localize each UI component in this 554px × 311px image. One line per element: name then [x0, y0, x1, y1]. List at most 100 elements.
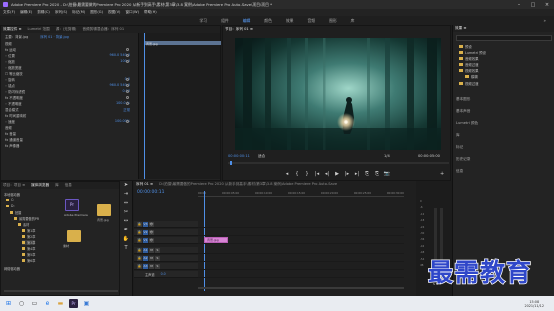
tree-item[interactable]: 第6章: [22, 258, 35, 263]
premiere-taskbar-icon[interactable]: Pr: [69, 299, 78, 308]
workspace-color[interactable]: 颜色: [264, 18, 272, 24]
slip-tool-icon[interactable]: ↔: [120, 217, 132, 226]
program-timecode-current[interactable]: 00:00:00:11: [228, 154, 250, 158]
step-back-button[interactable]: ◂|: [322, 171, 332, 177]
close-button[interactable]: ×: [540, 2, 554, 8]
minimize-button[interactable]: –: [512, 2, 526, 8]
go-to-in-button[interactable]: |◂: [312, 171, 322, 177]
program-quality-dropdown[interactable]: 1/4: [384, 154, 390, 158]
workspace-audio[interactable]: 音频: [307, 18, 315, 24]
track-lane[interactable]: [198, 255, 404, 262]
razor-tool-icon[interactable]: ✂: [120, 208, 132, 217]
track-lock-icon[interactable]: 🔒: [137, 229, 142, 235]
reset-icon[interactable]: [126, 89, 129, 93]
tab-media-browser[interactable]: 媒体浏览器: [31, 183, 49, 188]
track-lock-icon[interactable]: 🔒: [137, 237, 142, 243]
section-history[interactable]: 历史记录: [456, 157, 470, 162]
effects-item-video-effects[interactable]: 视频效果: [459, 68, 479, 73]
selection-tool-icon[interactable]: ➤: [120, 181, 132, 190]
workspace-graphics[interactable]: 图形: [329, 18, 337, 24]
go-to-out-button[interactable]: ▸|: [352, 171, 362, 177]
keyframe-playhead[interactable]: [144, 33, 145, 179]
track-select-tool-icon[interactable]: ⇥: [120, 190, 132, 199]
track-lock-icon[interactable]: 🔒: [137, 247, 142, 253]
search-icon[interactable]: ○: [17, 299, 26, 308]
system-clock[interactable]: 15:08 2021/11/12: [524, 300, 544, 308]
tab-project[interactable]: 项目：项目 ≡: [3, 183, 25, 188]
workspace-editing[interactable]: 编辑: [243, 18, 251, 24]
tree-item[interactable]: D:: [6, 204, 15, 208]
section-essential-graphics[interactable]: 基本图形: [456, 97, 470, 102]
track-lane[interactable]: [198, 221, 404, 228]
tree-item[interactable]: 第2章: [22, 234, 35, 239]
menu-sequence[interactable]: 序列(S): [55, 10, 67, 15]
tab-effect-controls[interactable]: 效果控件 ≡: [3, 27, 22, 32]
section-essential-sound[interactable]: 基本声音: [456, 109, 470, 114]
eye-icon[interactable]: 👁: [149, 221, 154, 227]
tree-item[interactable]: 网络驱动器: [4, 266, 20, 271]
workspace-learn[interactable]: 学习: [200, 18, 208, 24]
maximize-button[interactable]: □: [526, 2, 540, 8]
tab-lumetri-scopes[interactable]: Lumetri 范围: [28, 27, 50, 32]
section-libraries[interactable]: 库: [456, 133, 460, 138]
tree-item-selected[interactable]: 第3章: [22, 240, 36, 245]
track-lock-icon[interactable]: 🔒: [137, 263, 142, 269]
file-label[interactable]: 背景.jpg: [97, 218, 109, 222]
reset-icon[interactable]: [126, 77, 129, 81]
mark-in-button[interactable]: {: [292, 171, 302, 177]
keyframe-area[interactable]: 背景.jpg: [138, 33, 221, 179]
tree-item[interactable]: 本地驱动器: [4, 192, 20, 197]
export-frame-button[interactable]: 📷: [382, 171, 392, 177]
workspace-effects[interactable]: 效果: [286, 18, 294, 24]
reset-icon[interactable]: [126, 101, 129, 105]
type-tool-icon[interactable]: T: [120, 244, 132, 253]
menu-window[interactable]: 窗口(W): [125, 10, 139, 15]
folder-thumbnail[interactable]: [67, 230, 81, 242]
menu-marker[interactable]: 标记(M): [72, 10, 85, 15]
tree-item[interactable]: C:: [6, 198, 14, 202]
track-lane[interactable]: 背景.jpg: [198, 237, 404, 244]
ripple-edit-tool-icon[interactable]: ⇔: [120, 199, 132, 208]
timeline-scrollbar[interactable]: [198, 287, 404, 289]
windows-start-icon[interactable]: ⊞: [4, 299, 13, 308]
section-markers[interactable]: 标记: [456, 145, 463, 150]
program-video-frame[interactable]: [235, 38, 441, 150]
hand-tool-icon[interactable]: ✋: [120, 235, 132, 244]
tab-info[interactable]: 信息: [65, 183, 72, 188]
tab-libraries[interactable]: 库: [55, 183, 59, 188]
more-workspaces-icon[interactable]: »: [544, 18, 546, 23]
play-button[interactable]: ▶: [332, 171, 342, 177]
section-info[interactable]: 信息: [456, 169, 463, 174]
track-lock-icon[interactable]: 🔒: [137, 255, 142, 261]
timeline-timecode[interactable]: 00:00:00:11: [137, 190, 164, 195]
tree-item[interactable]: 拍摄: [10, 210, 21, 215]
folder-thumbnail[interactable]: [97, 204, 111, 216]
project-scrollbar[interactable]: [4, 290, 118, 292]
eye-icon[interactable]: 👁: [149, 237, 154, 243]
add-marker-button[interactable]: ◂: [282, 171, 292, 177]
effects-item-presets[interactable]: 预设: [459, 44, 472, 49]
track-lock-icon[interactable]: 🔒: [137, 221, 142, 227]
effects-search-input[interactable]: [456, 35, 552, 41]
program-scrub-bar[interactable]: [228, 161, 449, 165]
tab-effects[interactable]: 效果 ≡: [455, 26, 466, 31]
file-label[interactable]: Adobe Premiere: [64, 213, 88, 217]
track-lane[interactable]: [198, 247, 404, 254]
reset-icon[interactable]: [126, 119, 129, 123]
effects-item-audio-effects[interactable]: 音频效果: [459, 56, 479, 61]
tree-item[interactable]: 素材: [18, 222, 29, 227]
extract-button[interactable]: ⎘: [372, 171, 382, 177]
timeline-clip[interactable]: 背景.jpg: [204, 237, 228, 243]
lift-button[interactable]: ⎘: [362, 171, 372, 177]
effects-item-lumetri-presets[interactable]: Lumetri 预设: [459, 50, 486, 55]
sequence-clip-label[interactable]: 序列 01 · 背景.jpg: [40, 34, 69, 39]
menu-edit[interactable]: 编辑(E): [20, 10, 32, 15]
tree-item[interactable]: 第1章: [22, 228, 35, 233]
effects-item-blur[interactable]: 模糊: [465, 74, 478, 79]
reset-icon[interactable]: [126, 83, 129, 87]
tab-source[interactable]: 源：(无剪辑): [56, 27, 77, 32]
menu-file[interactable]: 文件(F): [3, 10, 15, 15]
step-forward-button[interactable]: |▸: [342, 171, 352, 177]
workspace-assembly[interactable]: 组件: [221, 18, 229, 24]
file-explorer-icon[interactable]: ▬: [56, 299, 65, 308]
